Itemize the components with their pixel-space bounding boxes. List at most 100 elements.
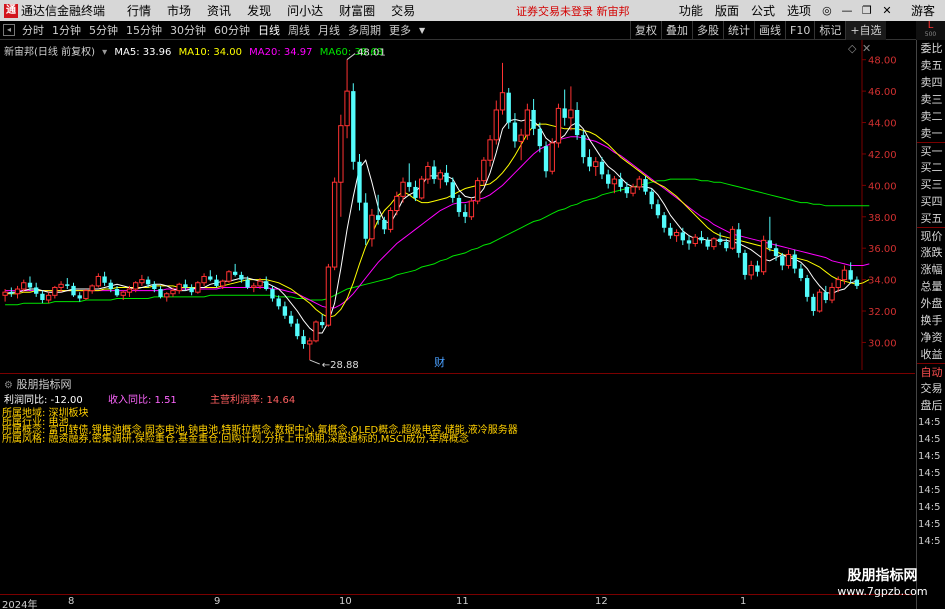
candle-body	[320, 322, 325, 326]
mark-button[interactable]: 标记	[814, 21, 845, 40]
candle-body	[145, 279, 151, 285]
add-watchlist-button[interactable]: +自选	[845, 21, 886, 40]
sidebar-item-buy2[interactable]: 买二	[917, 159, 945, 176]
fuquan-button[interactable]: 复权	[630, 21, 661, 40]
sidebar-item-buy5[interactable]: 买五	[917, 210, 945, 227]
sidebar-item-trade[interactable]: 交易	[917, 380, 945, 397]
sidebar-item-change[interactable]: 涨跌	[917, 244, 945, 261]
candle-body	[655, 204, 661, 216]
ma5-series	[4, 118, 858, 334]
period-15min[interactable]: 15分钟	[126, 22, 162, 38]
candle-body	[418, 178, 425, 199]
sidebar-item-turnover[interactable]: 换手	[917, 312, 945, 329]
skin-icon[interactable]: ◎	[819, 3, 835, 19]
tick-time: 14:5	[918, 468, 941, 479]
candle-body	[2, 291, 8, 296]
low-pointer	[309, 359, 320, 365]
menu-faxian[interactable]: 发现	[247, 2, 271, 19]
sidebar-item-sell5[interactable]: 卖五	[917, 57, 945, 74]
candle-body	[176, 283, 182, 292]
sidebar-item-sell2[interactable]: 卖二	[917, 108, 945, 125]
sidebar-item-earnings[interactable]: 收益	[917, 346, 945, 363]
candle-body	[668, 227, 673, 236]
sidebar-item-volume[interactable]: 总量	[917, 278, 945, 295]
period-weekly[interactable]: 周线	[288, 22, 310, 38]
candle-body	[325, 266, 332, 326]
level2-box[interactable]: L 500	[916, 21, 945, 40]
restore-icon[interactable]: ❐	[859, 3, 875, 19]
price-tick-label: 48.00	[868, 56, 897, 67]
period-more[interactable]: 更多	[389, 22, 411, 38]
candle-body	[463, 212, 468, 217]
sidebar-item-buy1[interactable]: 买一	[917, 142, 945, 159]
menu-hangqing[interactable]: 行情	[127, 2, 151, 19]
menu-jiaoyi[interactable]: 交易	[391, 2, 415, 19]
period-fenshi[interactable]: 分时	[22, 22, 44, 38]
back-icon[interactable]: ◂	[3, 24, 15, 36]
menu-caifuquan[interactable]: 财富圈	[339, 2, 375, 19]
sidebar-item-buy4[interactable]: 买四	[917, 193, 945, 210]
period-multi[interactable]: 多周期	[348, 22, 381, 38]
date-label: 10	[339, 596, 352, 607]
app-name: 通达信金融终端	[21, 4, 106, 18]
candle-body	[220, 280, 226, 287]
price-tick-label: 38.00	[868, 213, 897, 224]
period-60min[interactable]: 60分钟	[214, 22, 250, 38]
candle-body	[14, 288, 21, 295]
draw-line-button[interactable]: 画线	[754, 21, 785, 40]
candle-body	[649, 191, 654, 205]
period-monthly[interactable]: 月线	[318, 22, 340, 38]
f10-button[interactable]: F10	[785, 21, 814, 40]
menu-banmian[interactable]: 版面	[715, 2, 739, 19]
minimize-icon[interactable]: —	[839, 3, 855, 19]
candle-body	[164, 293, 170, 298]
close-chart-icon[interactable]: ✕	[862, 42, 871, 55]
menu-zixun[interactable]: 资讯	[207, 2, 231, 19]
menu-wenxiaoda[interactable]: 问小达	[287, 2, 323, 19]
high-price-label: 48.01	[357, 48, 386, 59]
menu-gongshi[interactable]: 公式	[751, 2, 775, 19]
close-icon[interactable]: ✕	[879, 3, 895, 19]
period-1min[interactable]: 1分钟	[52, 22, 81, 38]
sidebar-item-auto[interactable]: 自动	[917, 363, 945, 380]
sidebar-item-netasset[interactable]: 净资	[917, 329, 945, 346]
candle-body	[9, 292, 14, 294]
right-sidebar: 委比 卖五 卖四 卖三 卖二 卖一 买一 买二 买三 买四 买五 现价 涨跌 涨…	[916, 40, 945, 609]
sidebar-item-sell4[interactable]: 卖四	[917, 74, 945, 91]
candle-body	[773, 248, 779, 257]
sidebar-item-weibi[interactable]: 委比	[917, 40, 945, 57]
candle-body	[338, 125, 344, 183]
menu-shichang[interactable]: 市场	[167, 2, 191, 19]
menu-gongneng[interactable]: 功能	[679, 2, 703, 19]
login-notice[interactable]: 证券交易未登录 新宙邦	[516, 3, 630, 19]
chevron-down-icon[interactable]: ▼	[419, 26, 425, 35]
stats-button[interactable]: 统计	[723, 21, 754, 40]
sidebar-item-outer[interactable]: 外盘	[917, 295, 945, 312]
guest-label[interactable]: 游客	[911, 2, 935, 19]
sidebar-item-price[interactable]: 现价	[917, 227, 945, 244]
diamond-icon[interactable]: ◇	[848, 42, 857, 55]
kline-chart[interactable]: 48.00 46.00 44.00 42.00 40.00 38.00 36.00 34.00…	[0, 40, 915, 370]
indicator-title-text: 股朋指标网	[16, 378, 72, 391]
candle-body	[394, 195, 400, 211]
period-daily[interactable]: 日线	[258, 22, 280, 38]
watermark-title: 股朋指标网	[847, 568, 918, 584]
candle-body	[823, 292, 828, 301]
multi-stock-button[interactable]: 多股	[692, 21, 723, 40]
candle-body	[369, 214, 375, 240]
candle-body	[661, 215, 667, 228]
sidebar-item-afterhours[interactable]: 盘后	[917, 397, 945, 414]
candle-body	[65, 284, 70, 286]
price-tick-label: 42.00	[868, 150, 897, 161]
indicator-title[interactable]: ⚙ 股朋指标网	[4, 376, 71, 392]
candle-body	[811, 296, 816, 312]
sidebar-item-sell3[interactable]: 卖三	[917, 91, 945, 108]
gear-icon[interactable]: ⚙	[4, 380, 13, 391]
sidebar-item-buy3[interactable]: 买三	[917, 176, 945, 193]
period-30min[interactable]: 30分钟	[170, 22, 206, 38]
sidebar-item-pct[interactable]: 涨幅	[917, 261, 945, 278]
sidebar-item-sell1[interactable]: 卖一	[917, 125, 945, 142]
overlay-button[interactable]: 叠加	[661, 21, 692, 40]
period-5min[interactable]: 5分钟	[89, 22, 118, 38]
menu-xuanxiang[interactable]: 选项	[787, 2, 811, 19]
